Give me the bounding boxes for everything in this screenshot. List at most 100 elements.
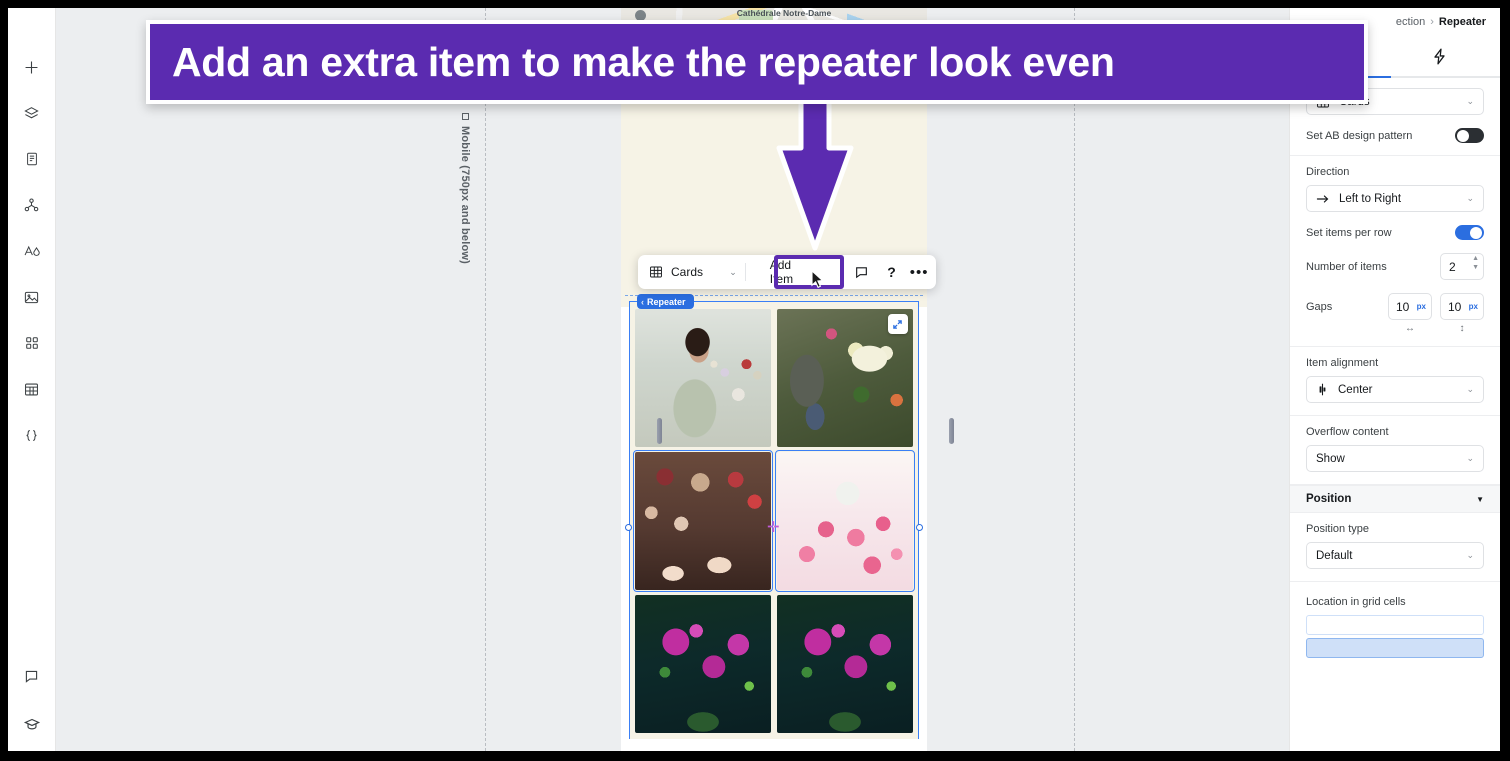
breadcrumb-parent[interactable]: ection xyxy=(1396,16,1425,28)
add-between-handle[interactable]: ✛ xyxy=(767,520,780,535)
learn-button[interactable] xyxy=(19,711,45,737)
position-type-select[interactable]: Default ⌄ xyxy=(1306,542,1484,569)
gap-horizontal-unit[interactable]: px xyxy=(1417,302,1426,311)
breakpoint-guide-right xyxy=(1074,8,1075,751)
gap-vertical-input[interactable]: 10 px xyxy=(1440,293,1484,320)
image-icon xyxy=(24,291,39,303)
dev-mode-button[interactable] xyxy=(19,422,45,448)
canvas-drag-handle-left[interactable] xyxy=(657,418,662,444)
grid-location-field-2[interactable] xyxy=(1306,638,1484,658)
canvas-drag-handle-right[interactable] xyxy=(949,418,954,444)
gap-horizontal-input[interactable]: 10 px xyxy=(1388,293,1432,320)
item-alignment-select[interactable]: Center ⌄ xyxy=(1306,376,1484,403)
add-elements-button[interactable] xyxy=(19,54,45,80)
grid-location-section: Location in grid cells xyxy=(1290,582,1500,670)
overflow-select[interactable]: Show ⌄ xyxy=(1306,445,1484,472)
apps-button[interactable] xyxy=(19,330,45,356)
preset-dropdown[interactable]: Cards ⌄ xyxy=(638,255,745,289)
repeater-item-1[interactable] xyxy=(635,309,771,447)
site-structure-button[interactable] xyxy=(19,192,45,218)
repeater-item-5[interactable] xyxy=(635,595,771,733)
resize-handle-left[interactable] xyxy=(625,524,632,531)
badge-back-chevron-icon: ‹ xyxy=(641,296,644,307)
number-of-items-label: Number of items xyxy=(1306,260,1387,273)
theme-text-button[interactable] xyxy=(19,238,45,264)
chevron-down-icon: ▼ xyxy=(1476,494,1484,504)
chevron-down-icon: ⌄ xyxy=(1466,550,1474,560)
overflow-section: Overflow content Show ⌄ xyxy=(1290,416,1500,485)
ab-pattern-toggle[interactable] xyxy=(1455,128,1484,143)
items-per-row-toggle[interactable] xyxy=(1455,225,1484,240)
position-section-header[interactable]: Position ▼ xyxy=(1290,485,1500,513)
breakpoint-guide-left xyxy=(485,8,486,751)
interactions-tab[interactable] xyxy=(1426,43,1452,69)
stepper-up-icon[interactable]: ▲ xyxy=(1472,255,1479,262)
ab-pattern-row: Set AB design pattern xyxy=(1306,128,1484,143)
position-type-value: Default xyxy=(1316,549,1353,562)
mobile-breakpoint-icon xyxy=(462,113,469,120)
gaps-label: Gaps xyxy=(1306,300,1333,313)
horizontal-arrows-icon: ↔ xyxy=(1405,323,1415,334)
stepper-arrows[interactable]: ▲ ▼ xyxy=(1472,255,1479,271)
frame-left xyxy=(0,0,8,761)
items-per-row-row: Set items per row xyxy=(1306,225,1484,240)
chevron-down-icon: ⌄ xyxy=(729,266,737,277)
more-options-button[interactable]: ••• xyxy=(906,255,936,289)
inspector-panel: ection › Repeater Cards ⌄ Set AB design … xyxy=(1289,8,1500,751)
repeater-item-2[interactable] xyxy=(776,309,913,447)
frame-bottom xyxy=(0,751,1510,761)
number-of-items-input[interactable]: 2 ▲ ▼ xyxy=(1440,253,1484,280)
items-per-row-label: Set items per row xyxy=(1306,226,1392,239)
breadcrumb-current: Repeater xyxy=(1438,16,1486,28)
media-button[interactable] xyxy=(19,284,45,310)
breakpoint-label[interactable]: Mobile (750px and below) xyxy=(459,113,471,264)
resize-handle-right[interactable] xyxy=(916,524,923,531)
editor-canvas[interactable]: Mobile (750px and below) Cathédrale Notr… xyxy=(56,8,1289,751)
arrow-right-icon xyxy=(1316,194,1329,203)
text-style-icon xyxy=(24,245,40,256)
item-alignment-label: Item alignment xyxy=(1306,357,1379,369)
stepper-down-icon[interactable]: ▼ xyxy=(1472,264,1479,271)
direction-section: Direction Left to Right ⌄ Set items per … xyxy=(1290,156,1500,347)
stage-bottom-strip xyxy=(621,739,927,751)
breadcrumb-separator: › xyxy=(1430,16,1434,28)
gap-direction-icons: ↔ ↕ xyxy=(1306,323,1484,334)
cms-button[interactable] xyxy=(19,376,45,402)
layers-icon xyxy=(24,106,39,118)
gap-vertical-unit[interactable]: px xyxy=(1469,302,1478,311)
page-icon xyxy=(26,152,37,166)
position-section-title: Position xyxy=(1306,493,1352,505)
mouse-cursor xyxy=(811,270,824,289)
repeater-item-6[interactable] xyxy=(776,595,913,733)
site-editor-app: Mobile (750px and below) Cathédrale Notr… xyxy=(8,8,1500,751)
direction-select[interactable]: Left to Right ⌄ xyxy=(1306,185,1484,212)
help-question-icon: ? xyxy=(887,264,896,280)
layers-button[interactable] xyxy=(19,100,45,126)
repeater-item-4[interactable] xyxy=(774,450,915,592)
direction-label: Direction xyxy=(1306,166,1350,178)
align-center-icon xyxy=(1319,383,1326,396)
more-dots-icon: ••• xyxy=(909,263,929,281)
position-type-section: Position type Default ⌄ xyxy=(1290,513,1500,582)
table-icon xyxy=(25,383,38,395)
gaps-row: Gaps 10 px 10 px xyxy=(1306,293,1484,320)
callout-text: Add an extra item to make the repeater l… xyxy=(172,38,1115,85)
chat-button[interactable] xyxy=(19,663,45,689)
pages-button[interactable] xyxy=(19,146,45,172)
repeater-badge[interactable]: ‹ Repeater xyxy=(637,294,694,309)
frame-top xyxy=(0,0,1510,8)
chevron-down-icon: ⌄ xyxy=(1466,96,1474,106)
repeater-item-3[interactable] xyxy=(633,450,773,592)
element-floating-toolbar[interactable]: Cards ⌄ Add Item ? ••• xyxy=(638,255,936,289)
ab-pattern-label: Set AB design pattern xyxy=(1306,129,1413,142)
left-toolbar xyxy=(8,8,56,751)
number-of-items-row: Number of items 2 ▲ ▼ xyxy=(1306,253,1484,280)
expand-image-icon[interactable] xyxy=(887,314,908,334)
chevron-down-icon: ⌄ xyxy=(1466,453,1474,463)
preset-label: Cards xyxy=(671,265,704,279)
comment-button[interactable] xyxy=(847,255,877,289)
frame-right xyxy=(1500,0,1510,761)
graduation-cap-icon xyxy=(23,718,40,730)
grid-location-field-1[interactable] xyxy=(1306,615,1484,635)
help-button[interactable]: ? xyxy=(877,255,907,289)
